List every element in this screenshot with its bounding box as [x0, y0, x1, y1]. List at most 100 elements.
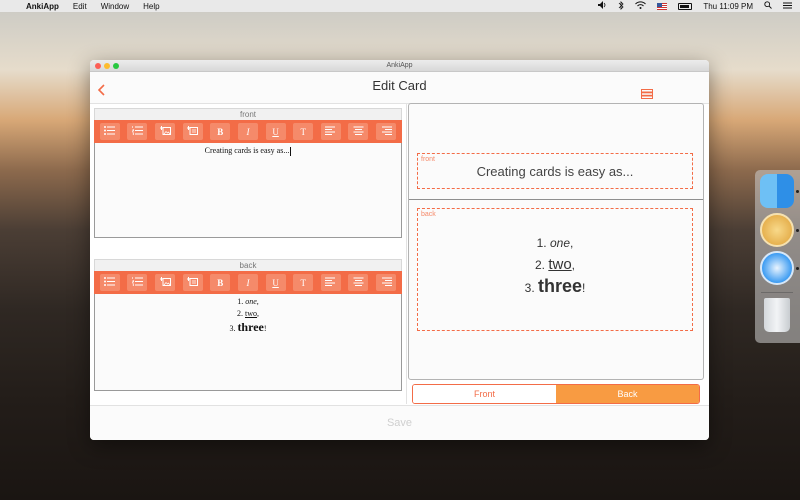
preview-front-box: front Creating cards is easy as...	[417, 153, 693, 189]
front-editor-section: front B I U T Creating cards is easy as.…	[94, 108, 402, 238]
panel-divider	[406, 104, 407, 404]
align-center-button[interactable]	[348, 274, 369, 291]
wifi-icon[interactable]	[635, 1, 647, 11]
flag-icon[interactable]	[657, 2, 668, 10]
save-button[interactable]: Save	[387, 417, 412, 429]
align-right-button[interactable]	[376, 123, 397, 140]
underline-icon: U	[272, 126, 279, 137]
bluetooth-icon[interactable]	[618, 0, 624, 12]
running-indicator	[796, 229, 799, 232]
menubar-item-help[interactable]: Help	[143, 2, 159, 11]
list-suffix: ,	[256, 297, 259, 306]
list-number: 1.	[536, 236, 547, 250]
finder-icon[interactable]	[760, 174, 794, 208]
toggle-front-button[interactable]: Front	[413, 385, 556, 403]
window-titlebar[interactable]: AnkiApp	[90, 60, 709, 72]
page-header: Edit Card	[90, 72, 709, 104]
insert-audio-icon	[186, 126, 199, 137]
preview-back-box: back 1. one, 2. two, 3. three!	[417, 208, 693, 331]
close-window-button[interactable]	[95, 63, 101, 69]
menubar: AnkiApp Edit Window Help Thu 11:09 PM	[0, 0, 800, 12]
menubar-status-area: Thu 11:09 PM	[587, 0, 792, 12]
back-text-editor[interactable]: 1. one, 2. two, 3. three!	[94, 294, 402, 391]
align-right-icon	[381, 126, 392, 137]
align-right-button[interactable]	[376, 274, 397, 291]
front-editor-text: Creating cards is easy as...	[204, 146, 290, 155]
bullet-list-button[interactable]	[99, 274, 120, 291]
list-text: three	[538, 276, 583, 296]
align-center-icon	[353, 277, 364, 288]
back-editor-line: 3. three!	[95, 319, 401, 336]
insert-image-button[interactable]	[155, 123, 176, 140]
menubar-item-edit[interactable]: Edit	[73, 2, 87, 11]
bold-button[interactable]: B	[210, 274, 231, 291]
preview-back-line: 2. two,	[418, 254, 692, 276]
align-left-button[interactable]	[320, 123, 341, 140]
bold-icon: B	[217, 277, 224, 288]
front-format-toolbar: B I U T	[94, 120, 402, 143]
numbered-list-button[interactable]	[127, 274, 148, 291]
list-suffix: !	[582, 281, 586, 295]
bullet-list-button[interactable]	[99, 123, 120, 140]
list-number: 3.	[524, 281, 535, 295]
list-text: one	[245, 297, 257, 306]
toggle-back-button[interactable]: Back	[556, 385, 699, 403]
menu-icon[interactable]	[783, 2, 792, 11]
list-text: one	[549, 236, 571, 250]
safari-icon[interactable]	[760, 251, 794, 285]
list-number: 1.	[237, 297, 244, 306]
app-window: AnkiApp Edit Card front B I U T Creating…	[90, 60, 709, 440]
insert-audio-button[interactable]	[182, 123, 203, 140]
battery-icon[interactable]	[678, 2, 693, 10]
list-view-icon[interactable]	[641, 81, 653, 99]
text-caret	[290, 146, 292, 156]
align-center-button[interactable]	[348, 123, 369, 140]
underline-button[interactable]: U	[265, 274, 286, 291]
italic-button[interactable]: I	[237, 123, 258, 140]
clear-format-icon: T	[300, 277, 306, 288]
insert-image-button[interactable]	[155, 274, 176, 291]
underline-button[interactable]: U	[265, 123, 286, 140]
maximize-window-button[interactable]	[113, 63, 119, 69]
clear-format-icon: T	[300, 126, 306, 137]
menubar-item-window[interactable]: Window	[101, 2, 129, 11]
clear-format-button[interactable]: T	[293, 123, 314, 140]
bold-button[interactable]: B	[210, 123, 231, 140]
insert-image-icon	[159, 277, 171, 288]
align-left-button[interactable]	[320, 274, 341, 291]
bullet-list-icon	[104, 277, 116, 288]
italic-button[interactable]: I	[237, 274, 258, 291]
numbered-list-icon	[132, 277, 143, 288]
list-text: three	[237, 320, 264, 335]
numbered-list-icon	[132, 126, 143, 137]
ankiapp-icon[interactable]	[760, 213, 794, 247]
numbered-list-button[interactable]	[127, 123, 148, 140]
list-suffix: !	[263, 324, 267, 334]
insert-audio-button[interactable]	[182, 274, 203, 291]
running-indicator	[796, 190, 799, 193]
back-editor-line: 1. one,	[95, 296, 401, 308]
dock-separator	[761, 292, 793, 293]
window-controls	[95, 63, 122, 69]
front-editor-label: front	[94, 108, 402, 120]
preview-back-line: 1. one,	[418, 233, 692, 254]
list-number: 2.	[534, 258, 545, 272]
align-left-icon	[325, 277, 336, 288]
clock[interactable]: Thu 11:09 PM	[703, 2, 753, 11]
trash-icon[interactable]	[764, 298, 790, 332]
volume-icon[interactable]	[598, 1, 607, 11]
clear-format-button[interactable]: T	[293, 274, 314, 291]
menubar-app-name[interactable]: AnkiApp	[26, 2, 59, 11]
insert-audio-icon	[186, 277, 199, 288]
list-text: two	[245, 308, 257, 318]
minimize-window-button[interactable]	[104, 63, 110, 69]
list-suffix: ,	[570, 236, 574, 250]
insert-image-icon	[159, 126, 171, 137]
preview-front-text: Creating cards is easy as...	[476, 164, 634, 179]
card-preview: front Creating cards is easy as... back …	[408, 103, 704, 380]
bold-icon: B	[217, 126, 224, 137]
front-text-editor[interactable]: Creating cards is easy as...	[94, 143, 402, 238]
list-text: two	[548, 256, 572, 273]
back-chevron-icon[interactable]	[96, 79, 108, 96]
search-icon[interactable]	[764, 1, 772, 11]
